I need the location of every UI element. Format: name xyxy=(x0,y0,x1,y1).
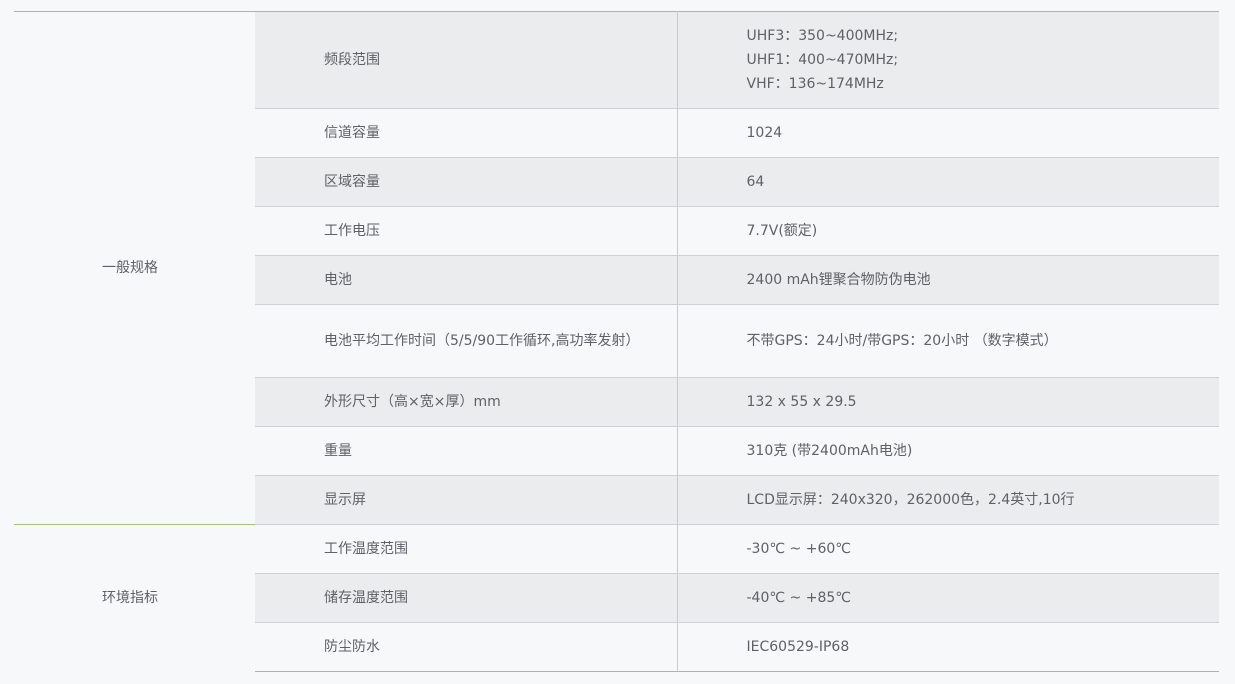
param-name: 频段范围 xyxy=(255,11,678,109)
table-row: 一般规格 频段范围 UHF3：350~400MHz; UHF1：400~470M… xyxy=(14,11,1219,525)
param-name: 工作电压 xyxy=(255,206,678,256)
param-name: 区域容量 xyxy=(255,157,678,207)
param-name: 工作温度范围 xyxy=(255,524,678,574)
param-value: 310克 (带2400mAh电池) xyxy=(677,426,1219,476)
param-value: 7.7V(额定) xyxy=(677,206,1219,256)
group-label-general: 一般规格 xyxy=(14,11,255,525)
group-label-environment: 环境指标 xyxy=(14,524,255,672)
param-name: 显示屏 xyxy=(255,475,678,525)
param-value: UHF3：350~400MHz; UHF1：400~470MHz; VHF：13… xyxy=(677,11,1219,109)
param-name: 外形尺寸（高×宽×厚）mm xyxy=(255,377,678,427)
param-value: 不带GPS：24小时/带GPS：20小时 （数字模式） xyxy=(677,304,1219,378)
param-value: LCD显示屏：240x320，262000色，2.4英寸,10行 xyxy=(677,475,1219,525)
table-row: 环境指标 工作温度范围 -30℃ ~ +60℃ xyxy=(14,524,1219,672)
param-value: 2400 mAh锂聚合物防伪电池 xyxy=(677,255,1219,305)
param-value: -40℃ ~ +85℃ xyxy=(677,573,1219,623)
param-name: 防尘防水 xyxy=(255,622,678,672)
param-name: 储存温度范围 xyxy=(255,573,678,623)
value-line: VHF：136~174MHz xyxy=(746,76,884,92)
param-value: 64 xyxy=(677,157,1219,207)
value-line: UHF3：350~400MHz; xyxy=(746,28,899,44)
param-value: 1024 xyxy=(677,108,1219,158)
param-name: 信道容量 xyxy=(255,108,678,158)
param-value: IEC60529-IP68 xyxy=(677,622,1219,672)
param-name: 电池 xyxy=(255,255,678,305)
param-value: 132 x 55 x 29.5 xyxy=(677,377,1219,427)
spec-table: 一般规格 频段范围 UHF3：350~400MHz; UHF1：400~470M… xyxy=(14,11,1219,672)
value-line: UHF1：400~470MHz; xyxy=(746,52,899,68)
param-value: -30℃ ~ +60℃ xyxy=(677,524,1219,574)
param-name: 重量 xyxy=(255,426,678,476)
param-name: 电池平均工作时间（5/5/90工作循环,高功率发射） xyxy=(255,304,678,378)
